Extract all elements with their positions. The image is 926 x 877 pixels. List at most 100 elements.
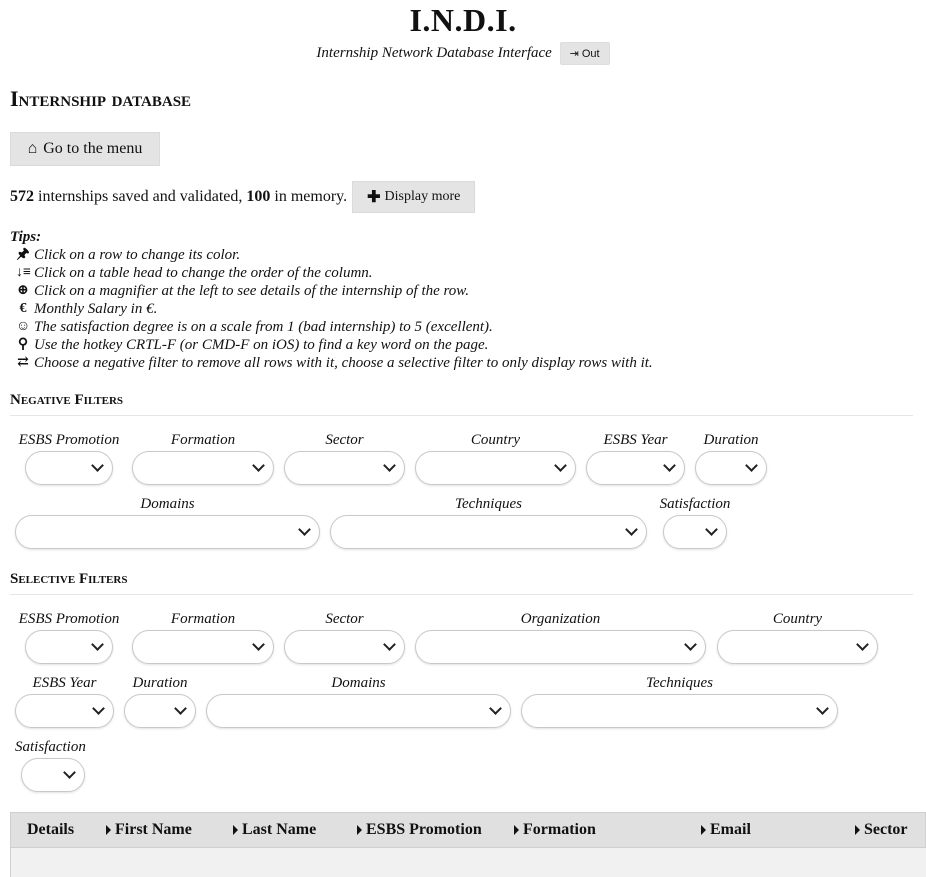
tip-text: Choose a negative filter to remove all r…	[34, 355, 653, 371]
neg-label-esbs-year: ESBS Year	[603, 432, 668, 448]
sel-select-organization[interactable]	[415, 630, 706, 664]
selective-filters-title: Selective Filters	[10, 571, 913, 595]
neg-select-sector[interactable]	[284, 451, 405, 485]
sel-select-techniques[interactable]	[521, 694, 838, 728]
chevron-down-icon	[252, 638, 265, 651]
chevron-down-icon	[383, 638, 396, 651]
neg-label-domains: Domains	[140, 496, 195, 512]
sel-select-country[interactable]	[717, 630, 878, 664]
neg-label-formation: Formation	[170, 432, 236, 448]
col-last-name[interactable]: Last Name	[233, 821, 316, 839]
sel-label-esbs-promotion: ESBS Promotion	[18, 611, 120, 627]
smile-icon: ☺	[16, 319, 31, 334]
col-sector[interactable]: Sector	[855, 821, 908, 839]
tip-text: Use the hotkey CRTL-F (or CMD-F on iOS) …	[34, 337, 489, 353]
chevron-down-icon	[91, 459, 104, 472]
site-title: I.N.D.I.	[409, 2, 517, 38]
chevron-down-icon	[816, 702, 829, 715]
sel-select-esbs-promotion[interactable]	[25, 630, 113, 664]
euro-icon: €	[19, 301, 27, 316]
chevron-down-icon	[554, 459, 567, 472]
col-label: Sector	[864, 821, 908, 838]
caret-right-icon	[514, 825, 519, 835]
plus-icon: ✚	[367, 189, 381, 206]
exchange-icon: ⇄	[17, 355, 29, 370]
col-first-name[interactable]: First Name	[106, 821, 192, 839]
col-label: Email	[710, 821, 751, 838]
tip-item: ⊕ Click on a magnifier at the left to see…	[10, 282, 653, 300]
neg-label-techniques: Techniques	[455, 496, 522, 512]
col-label: Last Name	[242, 821, 317, 838]
neg-select-techniques[interactable]	[330, 515, 647, 549]
sel-label-duration: Duration	[132, 675, 188, 691]
chevron-down-icon	[252, 459, 265, 472]
neg-select-satisfaction[interactable]	[663, 515, 727, 549]
neg-label-satisfaction: Satisfaction	[659, 496, 731, 512]
neg-label-sector: Sector	[325, 432, 364, 448]
col-label: Details	[27, 821, 75, 838]
pin-icon: 🖈	[16, 247, 30, 262]
logout-button[interactable]: ⇥ Out	[559, 42, 610, 65]
sel-label-sector: Sector	[325, 611, 364, 627]
chevron-down-icon	[383, 459, 396, 472]
saved-text: internships saved and validated,	[38, 188, 243, 205]
tip-item: ⚲ Use the hotkey CRTL-F (or CMD-F on iOS)…	[10, 336, 653, 354]
chevron-down-icon	[92, 702, 105, 715]
sel-label-organization: Organization	[520, 611, 601, 627]
sel-label-domains: Domains	[331, 675, 386, 691]
neg-select-esbs-year[interactable]	[586, 451, 685, 485]
col-esbs-promotion[interactable]: ESBS Promotion	[357, 821, 482, 839]
chevron-down-icon	[91, 638, 104, 651]
sel-label-satisfaction: Satisfaction	[15, 739, 86, 755]
neg-select-esbs-promotion[interactable]	[25, 451, 113, 485]
caret-right-icon	[701, 825, 706, 835]
saved-count: 572	[10, 188, 34, 205]
caret-right-icon	[233, 825, 238, 835]
sel-select-sector[interactable]	[284, 630, 405, 664]
tip-item: ⇄ Choose a negative filter to remove all …	[10, 354, 653, 372]
sel-select-duration[interactable]	[124, 694, 196, 728]
neg-select-domains[interactable]	[15, 515, 320, 549]
sel-select-domains[interactable]	[206, 694, 511, 728]
col-label: First Name	[115, 821, 192, 838]
caret-right-icon	[855, 825, 860, 835]
logout-label: Out	[581, 48, 600, 60]
tip-text: Click on a magnifier at the left to see …	[34, 283, 469, 299]
sel-select-esbs-year[interactable]	[15, 694, 114, 728]
col-email[interactable]: Email	[701, 821, 751, 839]
display-more-button[interactable]: ✚ Display more	[352, 181, 476, 213]
tips-title: Tips:	[10, 229, 42, 245]
chevron-down-icon	[63, 766, 76, 779]
neg-select-formation[interactable]	[132, 451, 274, 485]
table-header: Details First Name Last Name ESBS Promot…	[10, 812, 926, 848]
go-to-menu-button[interactable]: ⌂ Go to the menu	[10, 132, 160, 166]
col-label: ESBS Promotion	[366, 821, 482, 838]
sel-label-techniques: Techniques	[646, 675, 713, 691]
neg-label-esbs-promotion: ESBS Promotion	[18, 432, 120, 448]
sign-out-icon: ⇥	[569, 48, 579, 60]
caret-right-icon	[357, 825, 362, 835]
sel-select-formation[interactable]	[132, 630, 274, 664]
neg-select-country[interactable]	[415, 451, 576, 485]
chevron-down-icon	[856, 638, 869, 651]
caret-right-icon	[106, 825, 111, 835]
memory-text: in memory.	[274, 188, 348, 205]
chevron-down-icon	[705, 523, 718, 536]
tips-panel: Tips: 🖈 Click on a row to change its colo…	[10, 228, 653, 372]
tip-text: Click on a row to change its color.	[34, 247, 241, 263]
chevron-down-icon	[625, 523, 638, 536]
neg-label-duration: Duration	[703, 432, 759, 448]
col-details[interactable]: Details	[27, 821, 74, 839]
memory-count: 100	[246, 188, 271, 205]
col-formation[interactable]: Formation	[514, 821, 596, 839]
tip-item: € Monthly Salary in €.	[10, 300, 653, 318]
home-icon: ⌂	[27, 140, 38, 157]
site-subtitle: Internship Network Database Interface	[316, 44, 552, 61]
display-more-label: Display more	[384, 189, 461, 204]
tip-text: The satisfaction degree is on a scale fr…	[34, 319, 493, 335]
page-title: Internship database	[10, 86, 192, 111]
chevron-down-icon	[174, 702, 187, 715]
table-body	[10, 848, 926, 877]
neg-select-duration[interactable]	[695, 451, 767, 485]
sel-select-satisfaction[interactable]	[21, 758, 85, 792]
